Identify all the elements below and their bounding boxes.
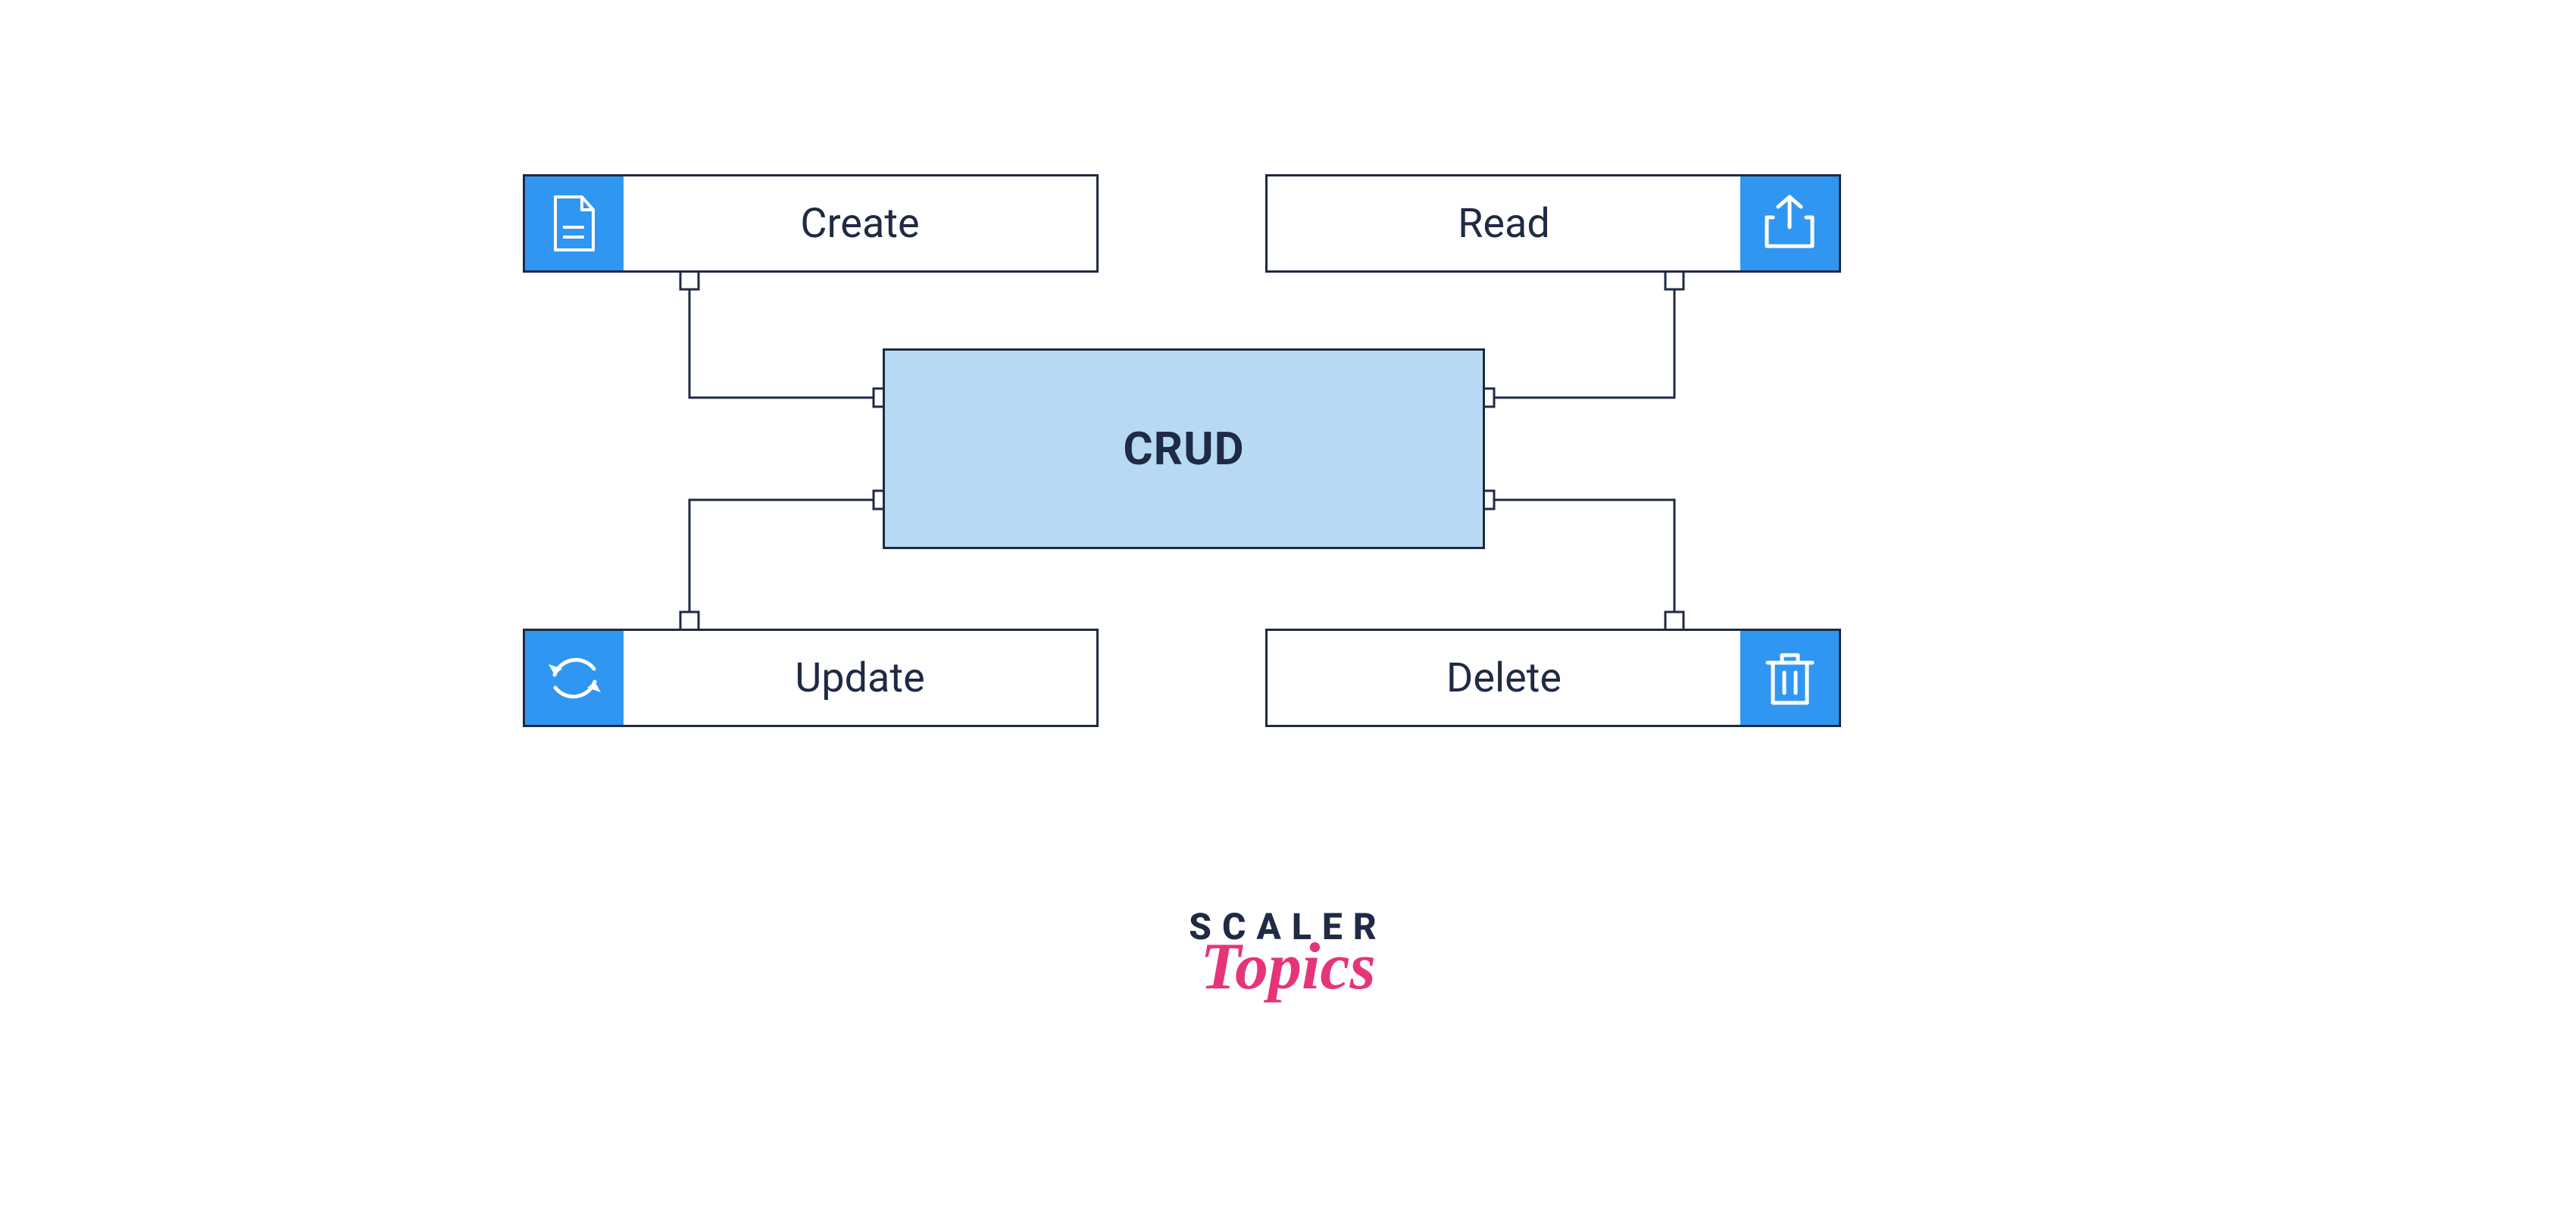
refresh-icon	[525, 631, 624, 725]
brand-logo: SCALER Topics	[1114, 909, 1462, 994]
document-icon	[525, 176, 624, 270]
node-create: Create	[523, 174, 1099, 273]
node-delete: Delete	[1265, 629, 1841, 727]
node-update: Update	[523, 629, 1099, 727]
trash-icon	[1740, 631, 1839, 725]
node-center-crud: CRUD	[883, 348, 1485, 549]
node-create-label: Create	[624, 200, 1096, 248]
node-read-label: Read	[1268, 200, 1740, 248]
share-up-icon	[1740, 176, 1839, 270]
node-delete-label: Delete	[1268, 654, 1740, 702]
center-label: CRUD	[1123, 422, 1244, 476]
node-update-label: Update	[624, 654, 1096, 702]
crud-diagram: Create Read	[0, 0, 2576, 1205]
brand-line2: Topics	[1114, 941, 1462, 994]
node-read: Read	[1265, 174, 1841, 273]
